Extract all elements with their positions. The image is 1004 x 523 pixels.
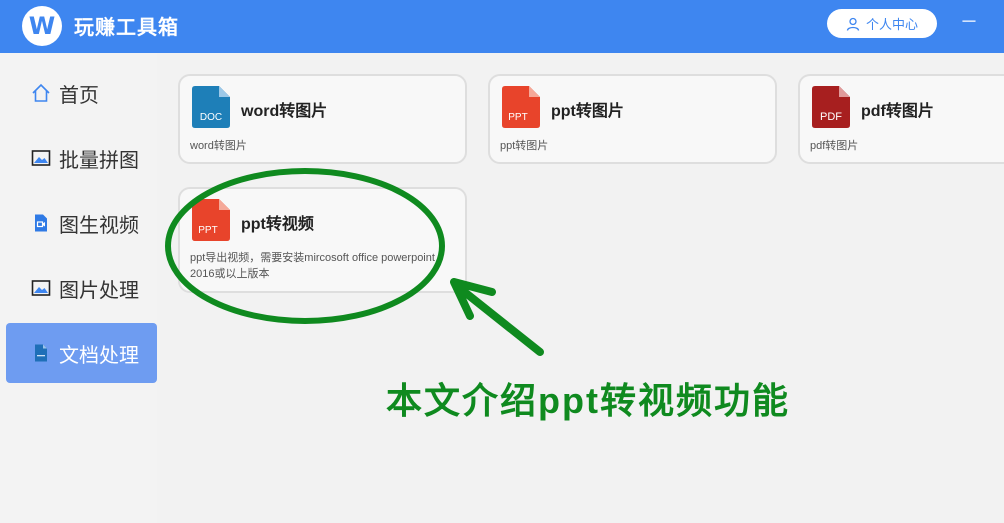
card-title: pdf转图片 [861, 103, 934, 120]
annotation-caption: 本文介绍ppt转视频功能 [386, 380, 790, 421]
main-content: DOC word转图片 word转图片 PPT ppt转图片 ppt转图片 PD… [157, 53, 1004, 523]
card-title: ppt转视频 [241, 216, 314, 233]
sidebar-item-label: 批量拼图 [59, 149, 139, 172]
home-icon [32, 83, 50, 102]
sidebar-item-batch-collage[interactable]: 批量拼图 [6, 128, 157, 188]
title-bar: W 玩赚工具箱 个人中心 － [0, 0, 1004, 53]
card-title: ppt转图片 [551, 103, 624, 120]
card-title: word转图片 [241, 103, 328, 120]
doc-file-icon: DOC [192, 86, 230, 128]
file-type-label: PDF [820, 111, 842, 123]
sidebar-item-home[interactable]: 首页 [6, 63, 157, 123]
sidebar-item-image-processing[interactable]: 图片处理 [6, 258, 157, 318]
sidebar-item-label: 图生视频 [59, 214, 139, 237]
sidebar-item-label: 首页 [59, 84, 99, 107]
card-description: ppt转图片 [500, 140, 549, 152]
sidebar-item-document-processing[interactable]: 文档处理 [6, 323, 157, 383]
sidebar-item-image-to-video[interactable]: 图生视频 [6, 193, 157, 253]
user-center-label: 个人中心 [865, 17, 918, 32]
doc-file-icon [35, 344, 47, 362]
app-logo: W [22, 6, 62, 46]
sidebar-item-label: 图片处理 [59, 279, 139, 302]
sidebar-item-label: 文档处理 [59, 344, 139, 367]
image-icon [31, 280, 51, 296]
image-icon [31, 150, 51, 166]
user-icon [846, 17, 860, 31]
file-type-label: PPT [508, 112, 527, 123]
pdf-file-icon: PDF [812, 86, 850, 128]
card-description: word转图片 [190, 140, 247, 152]
file-type-label: PPT [198, 225, 217, 236]
ppt-file-icon: PPT [192, 199, 230, 241]
user-center-button[interactable]: 个人中心 [827, 9, 937, 38]
card-ppt-to-image[interactable]: PPT ppt转图片 ppt转图片 [488, 74, 777, 164]
minimize-button[interactable]: － [958, 8, 980, 36]
logo-letter: W [28, 12, 56, 40]
card-pdf-to-image[interactable]: PDF pdf转图片 pdf转图片 [798, 74, 1004, 164]
ppt-file-icon: PPT [502, 86, 540, 128]
app-title: 玩赚工具箱 [74, 17, 179, 39]
card-description: ppt导出视频，需要安装mircosoft office powerpoint … [190, 252, 435, 280]
card-description: pdf转图片 [810, 140, 859, 152]
card-word-to-image[interactable]: DOC word转图片 word转图片 [178, 74, 467, 164]
sidebar: 首页 批量拼图 图生视频 图片处理 文档处理 [0, 53, 157, 523]
file-type-label: DOC [200, 112, 222, 123]
video-file-icon [35, 214, 47, 232]
card-ppt-to-video[interactable]: PPT ppt转视频 ppt导出视频，需要安装mircosoft office … [178, 187, 467, 293]
